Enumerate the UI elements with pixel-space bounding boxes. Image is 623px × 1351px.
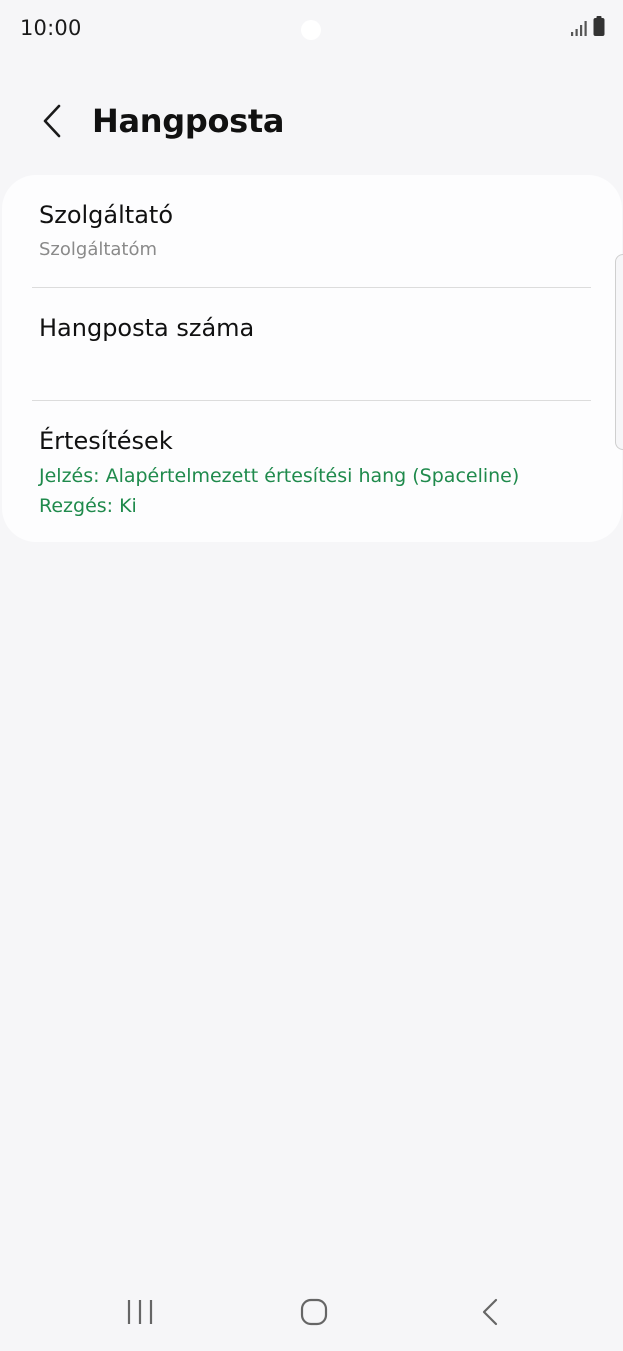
chevron-left-icon — [41, 104, 63, 142]
status-time: 10:00 — [20, 16, 82, 40]
recents-button[interactable] — [110, 1294, 170, 1334]
page-title: Hangposta — [92, 102, 285, 140]
back-icon — [481, 1298, 499, 1330]
camera-cutout — [301, 20, 321, 40]
vibration-detail: Rezgés: Ki — [39, 495, 137, 517]
setting-title: Értesítések — [39, 427, 173, 455]
setting-voicemail-number[interactable]: Hangposta száma — [2, 288, 622, 401]
navigation-bar — [0, 1280, 623, 1350]
signal-icon — [571, 20, 588, 40]
setting-subtitle: Szolgáltatóm — [39, 239, 158, 260]
recents-icon — [126, 1299, 154, 1329]
setting-notifications[interactable]: Értesítések Jelzés: Alapértelmezett érte… — [2, 401, 622, 542]
settings-card: Szolgáltató Szolgáltatóm Hangposta száma… — [2, 175, 622, 542]
edge-panel-handle[interactable] — [615, 254, 623, 450]
header: Hangposta — [0, 90, 623, 156]
back-nav-button[interactable] — [460, 1294, 520, 1334]
notification-sound-detail: Jelzés: Alapértelmezett értesítési hang … — [39, 465, 520, 487]
home-button[interactable] — [284, 1294, 344, 1334]
battery-icon — [593, 16, 605, 40]
setting-title: Szolgáltató — [39, 201, 174, 229]
setting-provider[interactable]: Szolgáltató Szolgáltatóm — [2, 175, 622, 288]
back-button[interactable] — [30, 98, 74, 148]
status-bar: 10:00 — [0, 0, 623, 60]
setting-title: Hangposta száma — [39, 314, 255, 342]
status-icons — [571, 16, 605, 40]
home-icon — [300, 1298, 328, 1330]
